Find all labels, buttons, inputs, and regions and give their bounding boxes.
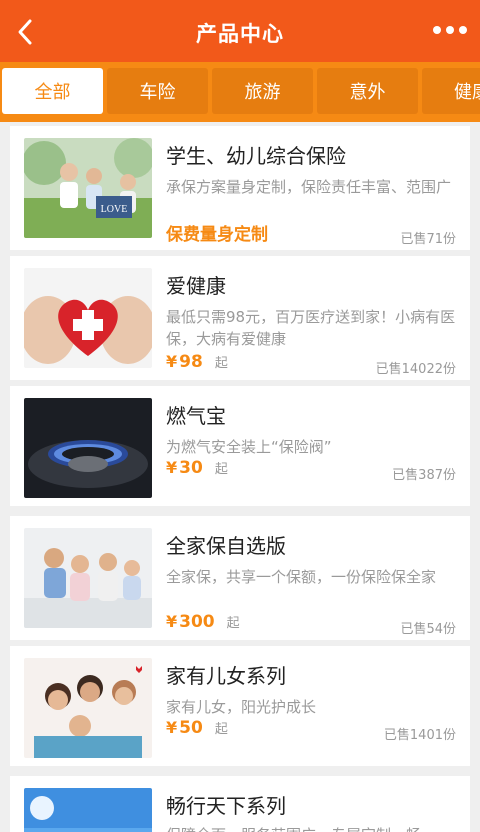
product-name: 燃气宝 bbox=[166, 404, 226, 428]
product-desc: 承保方案量身定制，保险责任丰富、范围广 bbox=[166, 178, 452, 196]
product-name: 全家保自选版 bbox=[166, 534, 286, 558]
product-name: 畅行天下系列 bbox=[166, 794, 286, 818]
tab-all[interactable]: 全部 bbox=[2, 68, 103, 114]
product-desc: 家有儿女，阳光护成长 bbox=[166, 698, 317, 716]
product-price: ¥98 起 bbox=[166, 352, 228, 372]
product-image-heart bbox=[24, 268, 152, 368]
price-value: 30 bbox=[179, 458, 203, 478]
sold-count: 已售14022份 bbox=[375, 362, 456, 377]
product-card[interactable]: 燃气宝 为燃气安全装上“保险阀” ¥30 起 已售387份 bbox=[10, 386, 470, 506]
product-desc: 为燃气安全装上“保险阀” bbox=[166, 438, 332, 456]
product-desc: 保障全面，服务范围广，专属定制，畅 bbox=[166, 824, 456, 832]
product-desc: 全家保，共享一个保额，一份保险保全家 bbox=[166, 568, 437, 586]
tab-health[interactable]: 健康 bbox=[422, 68, 480, 114]
product-image-travel bbox=[24, 788, 152, 832]
product-name: 爱健康 bbox=[166, 274, 226, 298]
product-price: ¥300 起 bbox=[166, 612, 240, 632]
price-value: 98 bbox=[179, 352, 203, 372]
category-tabs: 全部 车险 旅游 意外 健康 bbox=[0, 62, 480, 122]
sold-count: 已售387份 bbox=[392, 468, 456, 483]
product-card[interactable]: 全家保自选版 全家保，共享一个保额，一份保险保全家 ¥300 起 已售54份 bbox=[10, 516, 470, 640]
product-price: ¥50 起 bbox=[166, 718, 228, 738]
currency-symbol: ¥ bbox=[166, 352, 178, 371]
sold-count: 已售54份 bbox=[400, 622, 456, 637]
product-card[interactable]: LOVE 学生、幼儿综合保险 承保方案量身定制，保险责任丰富、范围广 保费量身定… bbox=[10, 126, 470, 250]
product-image-family bbox=[24, 528, 152, 628]
price-suffix: 起 bbox=[214, 356, 228, 371]
price-suffix: 起 bbox=[226, 616, 240, 631]
product-card[interactable]: 家有儿女系列 家有儿女，阳光护成长 ¥50 起 已售1401份 bbox=[10, 646, 470, 766]
page-title: 产品中心 bbox=[196, 22, 284, 46]
svg-text:LOVE: LOVE bbox=[101, 204, 128, 215]
product-card[interactable]: 爱健康 最低只需98元，百万医疗送到家！小病有医保，大病有爱健康 ¥98 起 已售… bbox=[10, 256, 470, 380]
product-image-parents-children bbox=[24, 658, 152, 758]
product-name: 学生、幼儿综合保险 bbox=[166, 144, 346, 168]
tab-auto[interactable]: 车险 bbox=[107, 68, 208, 114]
product-image-gas-stove bbox=[24, 398, 152, 498]
price-suffix: 起 bbox=[214, 722, 228, 737]
product-card[interactable]: 畅行天下系列 保障全面，服务范围广，专属定制，畅 bbox=[10, 776, 470, 832]
price-value: 300 bbox=[179, 612, 215, 632]
price-suffix: 起 bbox=[214, 462, 228, 477]
currency-symbol: ¥ bbox=[166, 458, 178, 477]
currency-symbol: ¥ bbox=[166, 612, 178, 631]
product-name: 家有儿女系列 bbox=[166, 664, 286, 688]
sold-count: 已售71份 bbox=[400, 232, 456, 247]
product-desc: 最低只需98元，百万医疗送到家！小病有医保，大病有爱健康 bbox=[166, 308, 456, 348]
app-header: 产品中心 bbox=[0, 0, 480, 62]
more-horizontal-icon[interactable] bbox=[432, 24, 468, 36]
currency-symbol: ¥ bbox=[166, 718, 178, 737]
tab-accident[interactable]: 意外 bbox=[317, 68, 418, 114]
tab-travel[interactable]: 旅游 bbox=[212, 68, 313, 114]
sold-count: 已售1401份 bbox=[383, 728, 456, 743]
product-image-kids: LOVE bbox=[24, 138, 152, 238]
price-slogan: 保费量身定制 bbox=[166, 225, 268, 245]
product-price: ¥30 起 bbox=[166, 458, 228, 478]
price-value: 50 bbox=[179, 718, 203, 738]
